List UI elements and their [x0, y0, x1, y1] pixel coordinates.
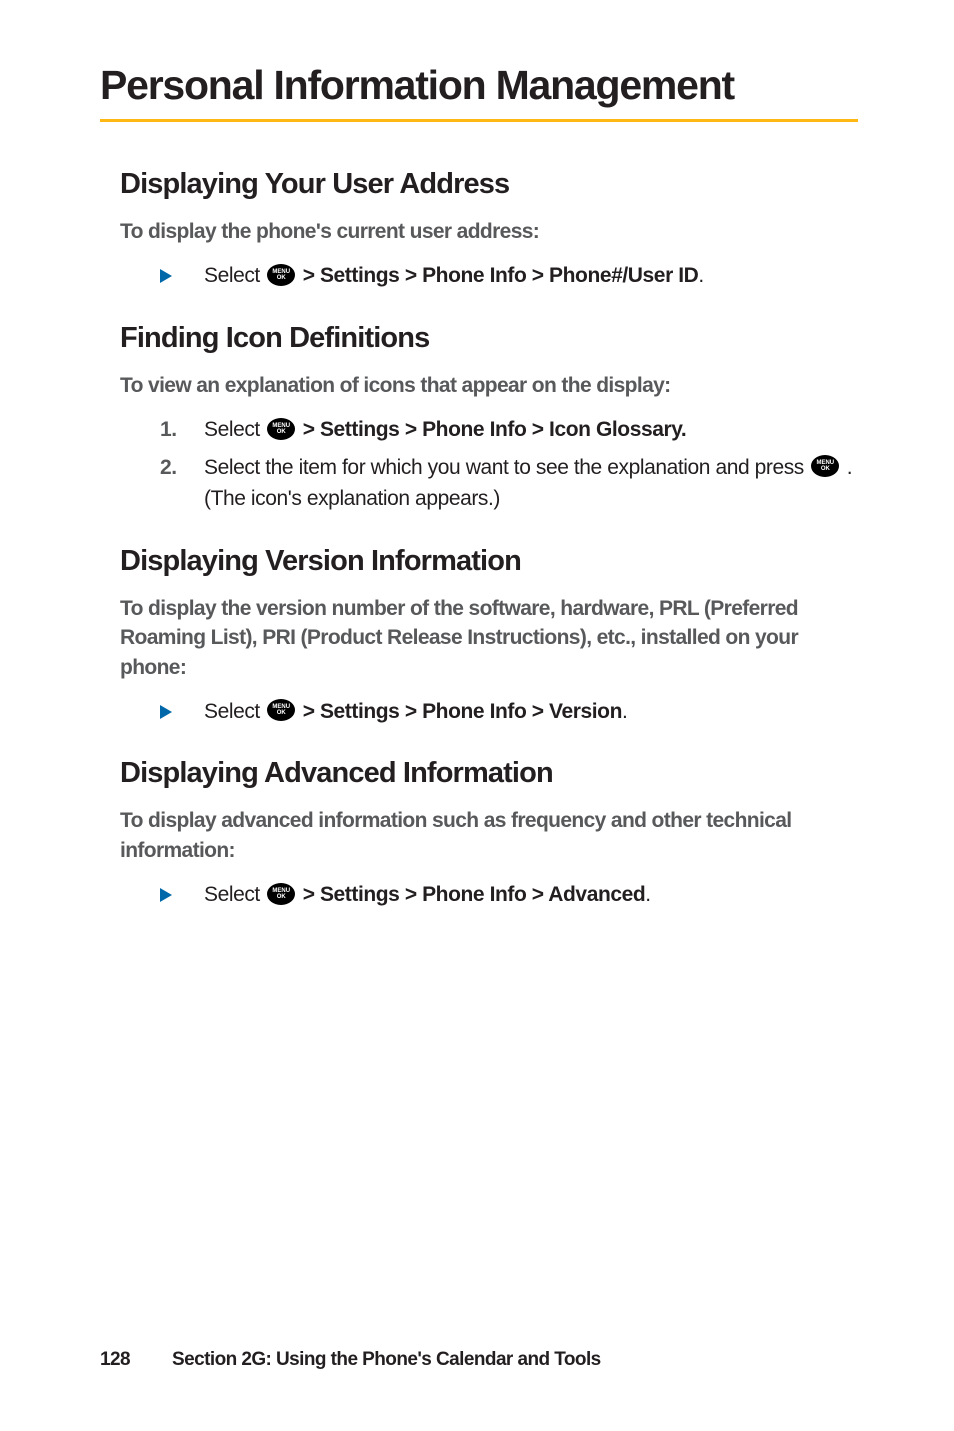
heading-icon-defs: Finding Icon Definitions [120, 322, 858, 355]
menu-ok-icon [267, 418, 295, 440]
step-bullet: Select > Settings > Phone Info > Version… [160, 696, 858, 728]
step-text: Select > Settings > Phone Info > Phone#/… [204, 260, 858, 292]
step-text: Select the item for which you want to se… [204, 452, 858, 515]
heading-user-address: Displaying Your User Address [120, 168, 858, 201]
section-user-address: Displaying Your User Address To display … [100, 168, 858, 292]
page-number: 128 [100, 1349, 130, 1371]
intro-advanced: To display advanced information such as … [120, 806, 858, 865]
heading-advanced: Displaying Advanced Information [120, 757, 858, 790]
step-2: 2. Select the item for which you want to… [160, 452, 858, 515]
section-advanced: Displaying Advanced Information To displ… [100, 757, 858, 910]
triangle-bullet-icon [160, 696, 204, 719]
heading-version: Displaying Version Information [120, 545, 858, 578]
step-text: Select > Settings > Phone Info > Icon Gl… [204, 414, 858, 446]
steps-user-address: Select > Settings > Phone Info > Phone#/… [160, 260, 858, 292]
step-text: Select > Settings > Phone Info > Version… [204, 696, 858, 728]
menu-ok-icon [811, 455, 839, 477]
intro-icon-defs: To view an explanation of icons that app… [120, 371, 858, 400]
intro-version: To display the version number of the sof… [120, 594, 858, 682]
menu-ok-icon [267, 264, 295, 286]
step-bullet: Select > Settings > Phone Info > Phone#/… [160, 260, 858, 292]
steps-icon-defs: 1. Select > Settings > Phone Info > Icon… [160, 414, 858, 515]
page-footer: 128 Section 2G: Using the Phone's Calend… [100, 1349, 858, 1371]
steps-version: Select > Settings > Phone Info > Version… [160, 696, 858, 728]
step-1: 1. Select > Settings > Phone Info > Icon… [160, 414, 858, 446]
step-text: Select > Settings > Phone Info > Advance… [204, 879, 858, 911]
step-bullet: Select > Settings > Phone Info > Advance… [160, 879, 858, 911]
step-number: 1. [160, 414, 204, 446]
section-version: Displaying Version Information To displa… [100, 545, 858, 728]
triangle-bullet-icon [160, 879, 204, 902]
triangle-bullet-icon [160, 260, 204, 283]
section-label: Section 2G: Using the Phone's Calendar a… [172, 1349, 601, 1371]
steps-advanced: Select > Settings > Phone Info > Advance… [160, 879, 858, 911]
section-icon-defs: Finding Icon Definitions To view an expl… [100, 322, 858, 515]
menu-ok-icon [267, 883, 295, 905]
intro-user-address: To display the phone's current user addr… [120, 217, 858, 246]
page-title: Personal Information Management [100, 62, 858, 122]
menu-ok-icon [267, 699, 295, 721]
step-number: 2. [160, 452, 204, 484]
